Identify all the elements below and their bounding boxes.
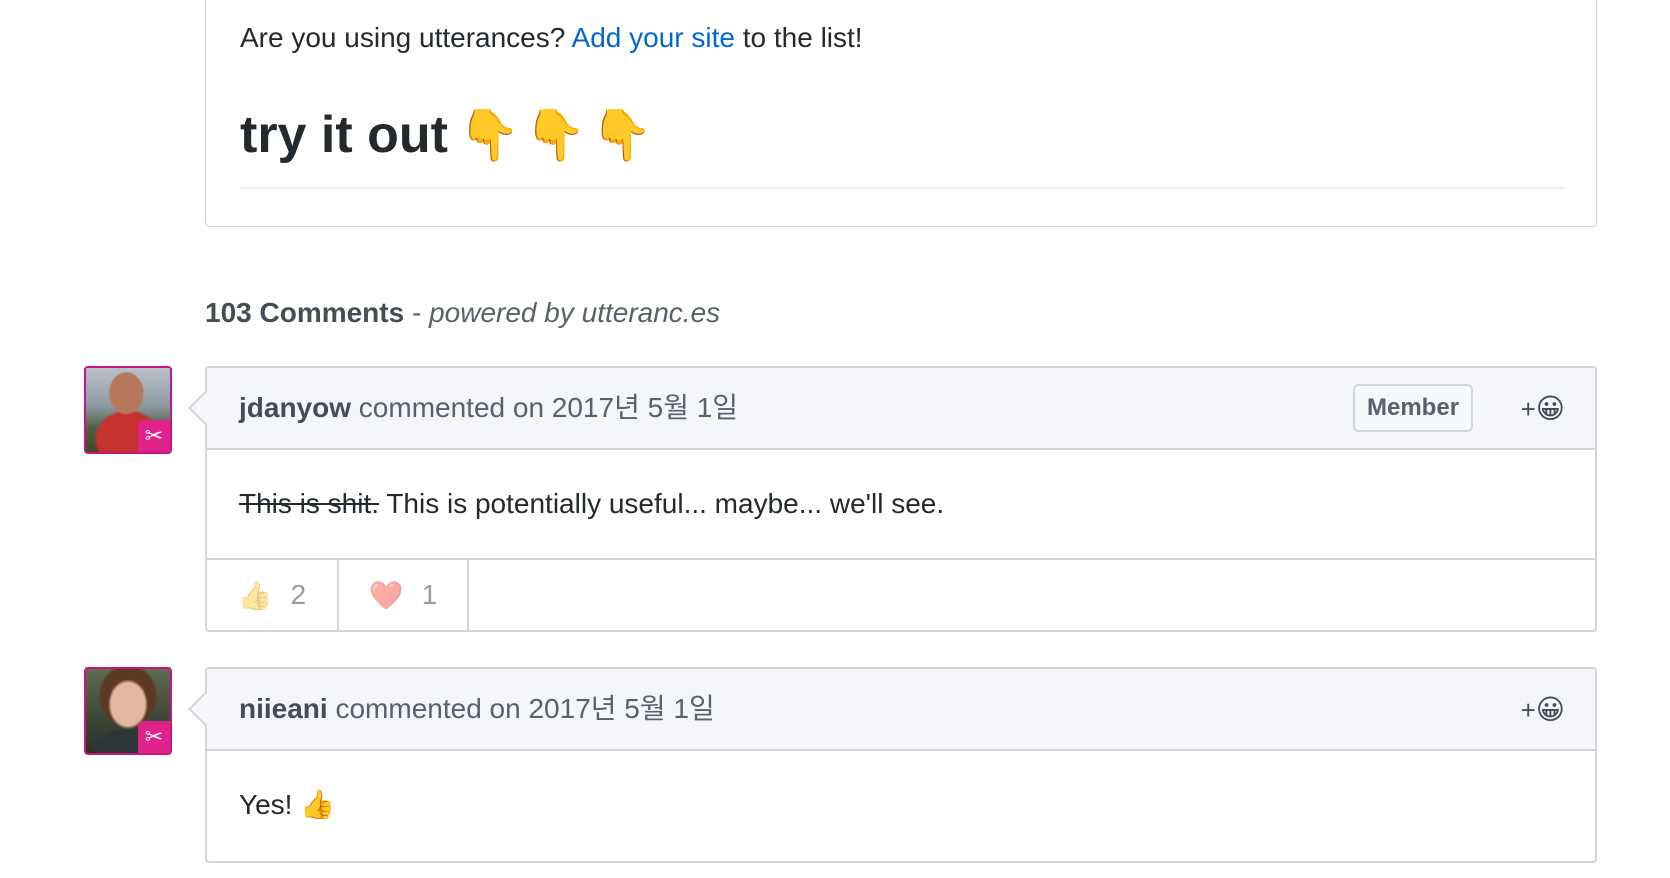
- header-separator: -: [411, 297, 422, 328]
- comment-meta: jdanyow commented on 2017년 5월 1일: [239, 390, 738, 426]
- pointing-down-icon: 👇👇👇: [457, 107, 657, 163]
- comment-timestamp[interactable]: commented on 2017년 5월 1일: [335, 693, 714, 724]
- plus-icon: +: [1520, 394, 1536, 424]
- smiley-icon: 😀: [1535, 393, 1565, 424]
- thumbs-up-icon: 👍: [237, 579, 273, 611]
- reaction-count: 2: [290, 579, 307, 610]
- reaction-thumbs-up[interactable]: 👍 2: [207, 560, 339, 630]
- add-reaction-button[interactable]: +😀: [1521, 694, 1565, 726]
- reaction-count: 1: [421, 579, 438, 610]
- reactions-bar: 👍 2 ❤️ 1: [207, 558, 1595, 630]
- comment-author[interactable]: niieani: [239, 693, 328, 724]
- comments-count: 103 Comments: [205, 297, 405, 328]
- heading-divider: [240, 187, 1564, 189]
- comment-text: This is shit. This is potentially useful…: [239, 484, 944, 524]
- member-badge: Member: [1353, 384, 1474, 432]
- comment-body: Yes! 👍: [207, 751, 1595, 861]
- readme-card: Are you using utterances? Add your site …: [205, 0, 1597, 227]
- comment-text: Yes! 👍: [239, 785, 335, 825]
- add-reaction-button[interactable]: +😀: [1521, 393, 1565, 425]
- comment-meta: niieani commented on 2017년 5월 1일: [239, 691, 715, 727]
- try-heading-text: try it out: [240, 106, 448, 164]
- comment-header: niieani commented on 2017년 5월 1일 +😀: [207, 669, 1595, 751]
- usage-suffix: to the list!: [742, 22, 863, 53]
- scissors-icon: ✂: [138, 721, 170, 753]
- smiley-icon: 😀: [1535, 694, 1565, 725]
- heart-icon: ❤️: [368, 579, 404, 611]
- try-it-out-heading: try it out 👇👇👇: [240, 99, 657, 171]
- comment-author[interactable]: jdanyow: [239, 392, 351, 423]
- comment-card-jdanyow: jdanyow commented on 2017년 5월 1일 Member …: [205, 366, 1597, 632]
- comment-timestamp[interactable]: commented on 2017년 5월 1일: [359, 392, 738, 423]
- usage-prefix: Are you using utterances?: [240, 22, 566, 53]
- comment-header: jdanyow commented on 2017년 5월 1일 Member …: [207, 368, 1595, 450]
- reaction-heart[interactable]: ❤️ 1: [339, 560, 469, 630]
- body-text: This is potentially useful... maybe... w…: [386, 488, 945, 519]
- avatar-jdanyow[interactable]: ✂: [84, 366, 172, 454]
- usage-paragraph: Are you using utterances? Add your site …: [240, 18, 863, 58]
- scissors-icon: ✂: [138, 420, 170, 452]
- powered-by-text[interactable]: powered by utteranc.es: [429, 297, 720, 328]
- struck-text: This is shit.: [239, 488, 380, 519]
- avatar-niieani[interactable]: ✂: [84, 667, 172, 755]
- body-text: Yes! 👍: [239, 789, 336, 820]
- comments-count-header: 103 Comments - powered by utteranc.es: [205, 295, 720, 331]
- plus-icon: +: [1520, 695, 1536, 725]
- comment-body: This is shit. This is potentially useful…: [207, 450, 1595, 558]
- comment-card-niieani: niieani commented on 2017년 5월 1일 +😀 Yes!…: [205, 667, 1597, 863]
- add-your-site-link[interactable]: Add your site: [572, 22, 735, 53]
